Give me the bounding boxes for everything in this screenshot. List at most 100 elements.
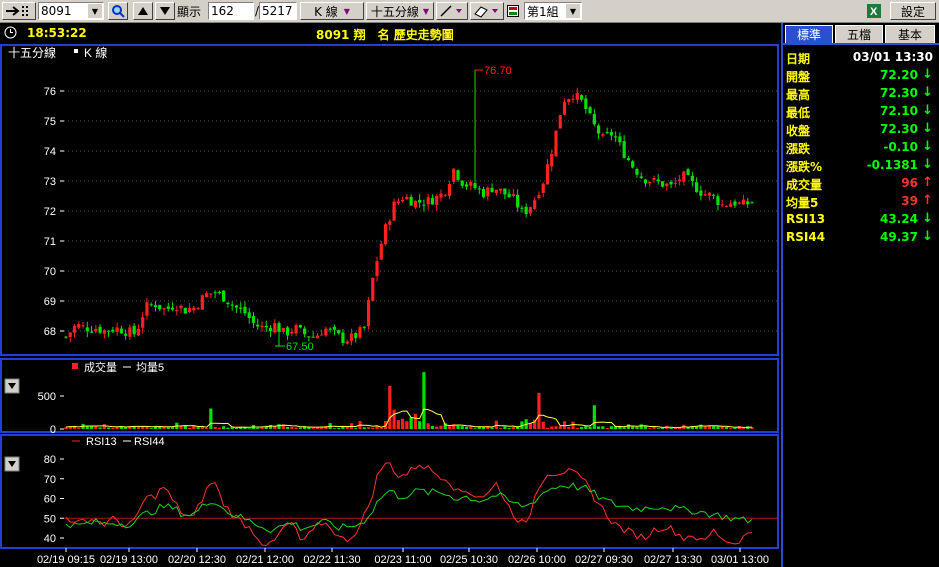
candle-body [111,329,115,332]
candle-body [430,198,435,205]
volume-bar [473,428,477,429]
candle-body [669,181,673,185]
volume-bar [290,426,294,429]
quote-label: 收盤 [786,124,811,138]
quote-value: 03/01 13:30 [852,50,933,64]
symbol-input[interactable]: 8091 ▼ [38,2,104,20]
volume-bar [541,421,545,429]
price-tick-label: 68 [44,326,56,338]
candle-body [298,325,302,328]
draw-line-button[interactable] [436,2,468,20]
chevron-down-icon[interactable]: ▼ [565,4,580,18]
volume-tick-label: 500 [38,391,56,403]
arrow-down-icon: ↓ [922,211,933,226]
candle-body [660,181,665,187]
settings-button[interactable]: 設定 [890,2,936,20]
candle-body [209,293,213,295]
candle-body [230,304,234,306]
scroll-up-button[interactable] [133,2,153,20]
panel-frame-1 [0,44,779,356]
excel-icon[interactable]: X [866,2,884,20]
volume-bar [503,426,507,429]
x-axis-label: 02/20 12:30 [168,554,226,566]
candle-body [290,331,294,334]
volume-bar [166,427,170,429]
candle-body [371,277,375,301]
volume-bar [507,427,511,429]
search-icon [112,5,125,18]
candle-body [643,179,648,184]
volume-bar [597,426,601,429]
volume-collapse-button[interactable] [4,378,20,394]
rsi44-line [65,482,753,534]
status-bar: 18:53:22 8091 翔 名 歷史走勢圖 [0,23,780,43]
price-tick-label: 73 [44,176,56,188]
arrow-down-icon: ↓ [922,157,933,172]
quote-label: 成交量 [786,178,823,192]
candle-body [499,188,503,191]
eraser-button[interactable] [470,2,504,20]
candle-body [383,224,388,245]
volume-bar [720,426,724,429]
period-dropdown[interactable]: 十五分線 ▼ [366,2,434,20]
group-select[interactable]: 第1組 ▼ [524,2,582,20]
search-button[interactable] [108,2,128,20]
volume-bar [149,428,153,429]
candle-body [213,292,217,294]
clock-time: 18:53:22 [27,26,87,40]
candle-body [285,327,290,336]
display-label: 顯示 [177,4,202,19]
candle-body [677,179,682,181]
group-grid-icon[interactable] [507,2,521,20]
scroll-down-button[interactable] [155,2,175,20]
candle-body [175,310,179,312]
total-input[interactable]: 5217 [259,2,297,20]
rsi-collapse-button[interactable] [4,456,20,472]
candle-body [217,292,221,293]
quote-value: 49.37 [880,230,918,244]
volume-bar [196,427,200,429]
candle-body [558,115,562,129]
candle-body [341,332,345,343]
quote-value: 72.20 [880,68,918,82]
chart-area: 68 69 70 71 72 73 74 75 76 76.70 67.50 0 500 40 50 60 70… [0,44,779,566]
candle-body [124,333,128,336]
x-axis-label: 02/23 11:00 [374,554,431,566]
candle-body [64,336,68,338]
candle-body [490,187,494,193]
candle-body [89,331,94,333]
candle-body [136,328,141,336]
low-annotation: 67.50 [286,341,314,353]
quote-label: 漲跌% [786,160,823,174]
period-label: 十五分線 [370,4,419,19]
candle-body [584,98,588,109]
price-tick-label: 72 [44,206,56,218]
candle-body [682,171,686,182]
chevron-down-icon[interactable]: ▼ [87,4,102,18]
candle-body [567,99,571,103]
rsi-legend-s1: RSI13 [86,436,117,448]
candle-body [345,341,349,344]
candle-body [724,205,729,207]
candle-body [469,181,473,186]
candle-body [631,161,635,168]
tab-five-levels[interactable]: 五檔 [835,25,883,43]
tab-underline [783,43,939,45]
tab-standard[interactable]: 標準 [785,25,833,43]
quote-value: 39 [901,194,918,208]
count-input[interactable]: 162 [208,2,254,20]
volume-bar [362,427,366,429]
tab-fundamentals[interactable]: 基本 [885,25,935,43]
candle-body [695,182,699,193]
toolbar: 8091 ▼ 顯示 162 / 5217 K 線 ▼ 十五分線 ▼ 第1組 ▼ … [0,0,939,23]
kline-dropdown[interactable]: K 線 ▼ [300,2,364,20]
price-tick-label: 74 [44,146,56,158]
volume-bar [550,426,554,429]
dock-button[interactable] [2,2,36,20]
volume-bar [311,427,315,429]
volume-bar [494,420,498,429]
x-axis-label: 02/22 11:30 [303,554,360,566]
candle-body [494,189,498,193]
candle-body [516,194,520,208]
arrow-up-icon: ↑ [922,175,933,190]
